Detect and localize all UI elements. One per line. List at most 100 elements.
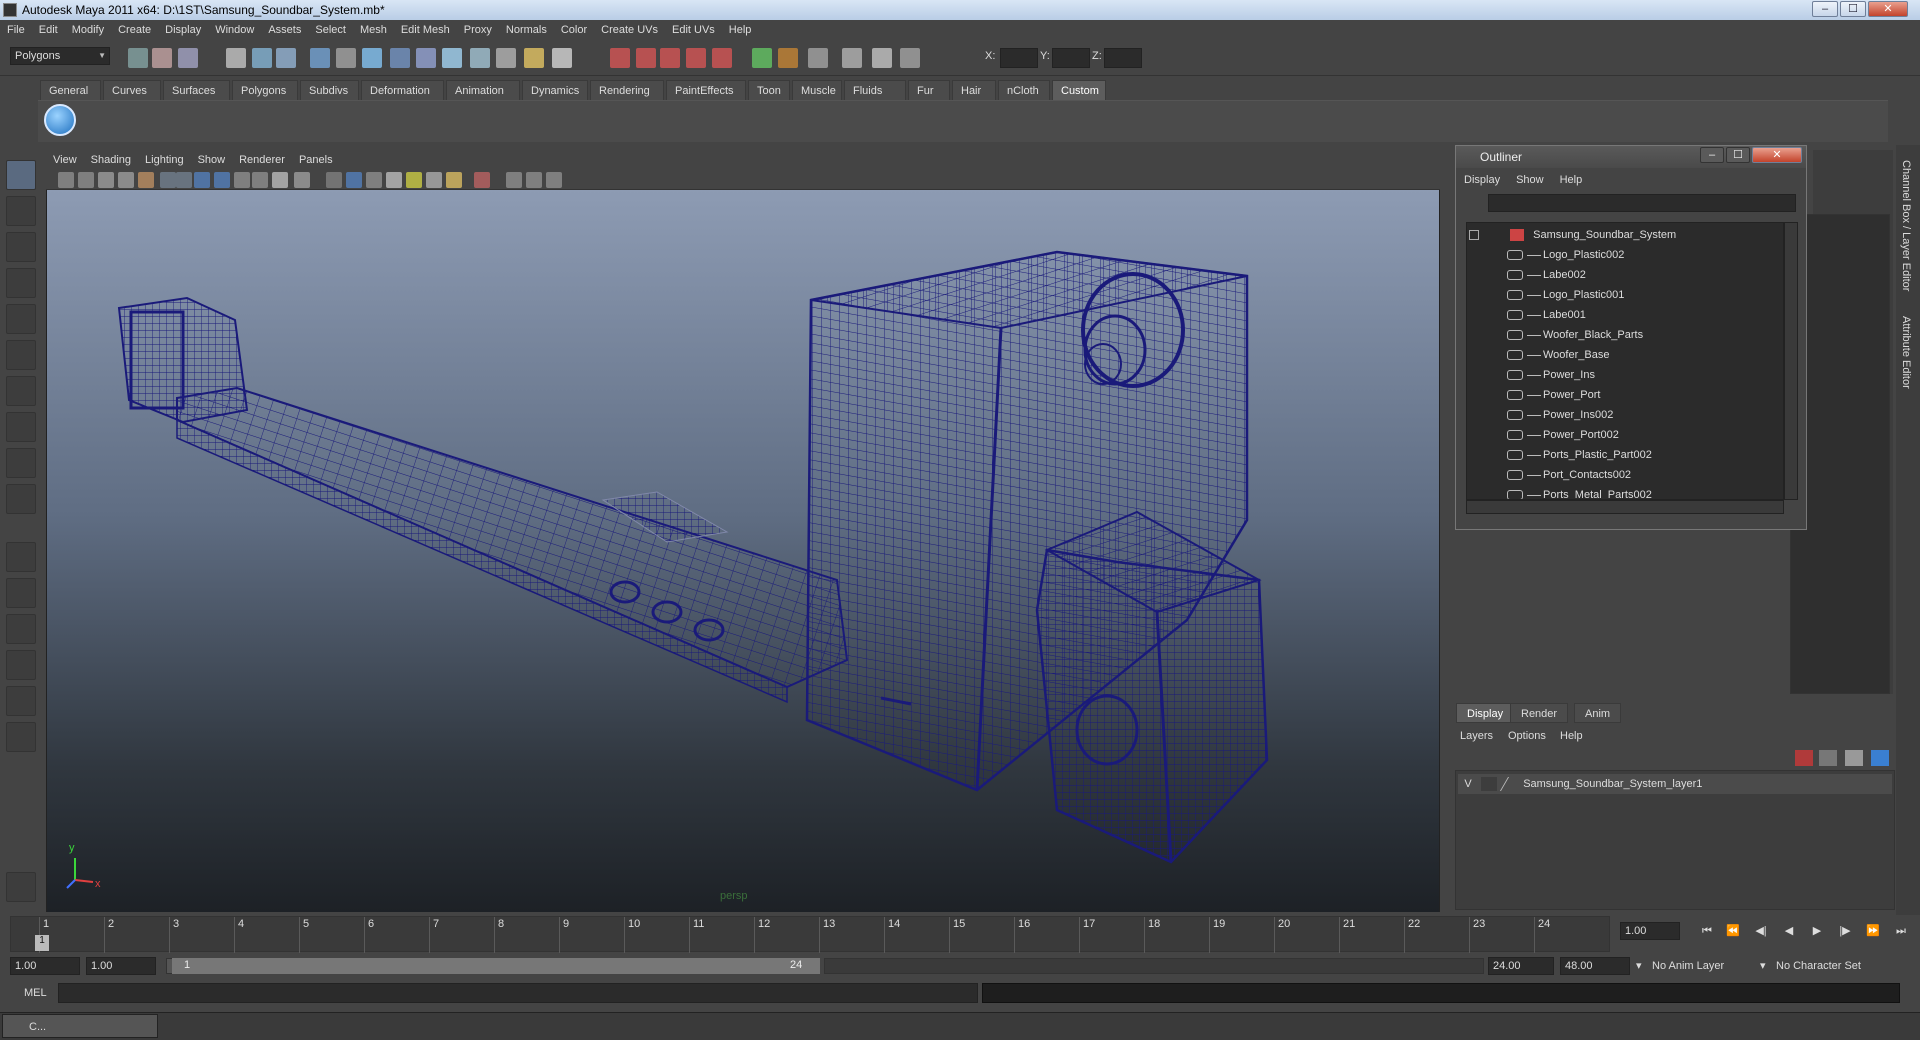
single-perspective-layout-icon[interactable] (6, 542, 36, 572)
outliner-vscrollbar[interactable] (1784, 222, 1798, 500)
status-line-tool-19-icon[interactable] (660, 48, 680, 68)
outliner-item[interactable]: Woofer_Black_Parts (1507, 325, 1643, 345)
outliner-minimize-button[interactable]: ‒ (1700, 147, 1724, 163)
z-field[interactable] (1104, 48, 1142, 68)
move-down-layer-icon[interactable] (1871, 750, 1889, 766)
paint-select-tool-icon[interactable] (6, 232, 36, 262)
outliner-menu-help[interactable]: Help (1552, 170, 1591, 190)
viewport-menu-renderer[interactable]: Renderer (232, 150, 292, 170)
animation-end-field[interactable]: 48.00 (1560, 957, 1630, 975)
viewport-tool-24-icon[interactable] (546, 172, 562, 188)
viewport-tool-5-icon[interactable] (138, 172, 154, 188)
playhead[interactable]: 1 (35, 935, 49, 951)
menu-proxy[interactable]: Proxy (457, 20, 499, 40)
outliner-menu-show[interactable]: Show (1508, 170, 1552, 190)
quick-layout-icon[interactable] (6, 872, 36, 902)
status-line-tool-27-icon[interactable] (900, 48, 920, 68)
last-tool-icon[interactable] (6, 484, 36, 514)
move-tool-icon[interactable] (6, 268, 36, 298)
outliner-maximize-button[interactable]: ☐ (1726, 147, 1750, 163)
viewport-menu-lighting[interactable]: Lighting (138, 150, 191, 170)
shelf-tab-general[interactable]: General (40, 80, 101, 100)
status-line-tool-11-icon[interactable] (416, 48, 436, 68)
outliner-item[interactable]: Logo_Plastic001 (1507, 285, 1624, 305)
status-line-tool-9-icon[interactable] (362, 48, 382, 68)
shelf-tab-rendering[interactable]: Rendering (590, 80, 664, 100)
maximize-button[interactable]: ☐ (1840, 1, 1866, 17)
layer-tab-display[interactable]: Display (1456, 703, 1515, 723)
universal-manip-icon[interactable] (6, 376, 36, 406)
viewport-tool-9-icon[interactable] (214, 172, 230, 188)
outliner-item[interactable]: Power_Port (1507, 385, 1600, 405)
status-line-tool-16-icon[interactable] (552, 48, 572, 68)
viewport-tool-2-icon[interactable] (78, 172, 94, 188)
viewport-menu-show[interactable]: Show (191, 150, 233, 170)
lasso-tool-icon[interactable] (6, 196, 36, 226)
status-line-tool-24-icon[interactable] (808, 48, 828, 68)
viewport-tool-15-icon[interactable] (346, 172, 362, 188)
mel-command-input[interactable] (58, 983, 978, 1003)
outliner-item[interactable]: Ports_Metal_Parts002 (1507, 485, 1652, 499)
go-to-start-icon[interactable]: ⏮ (1698, 922, 1716, 940)
x-field[interactable] (1000, 48, 1038, 68)
outliner-item[interactable]: Power_Port002 (1507, 425, 1619, 445)
layer-color-swatch-icon[interactable] (1500, 777, 1521, 792)
menu-help[interactable]: Help (722, 20, 759, 40)
viewport-tool-14-icon[interactable] (326, 172, 342, 188)
outliner-item[interactable]: Ports_Plastic_Part002 (1507, 445, 1652, 465)
viewport-menu-shading[interactable]: Shading (84, 150, 138, 170)
perspective-viewport-canvas[interactable]: y x (47, 190, 1439, 912)
layer-menu-options[interactable]: Options (1508, 726, 1546, 746)
layer-visibility-toggle[interactable]: V (1458, 774, 1478, 794)
viewport-tool-17-icon[interactable] (386, 172, 402, 188)
current-frame-field[interactable]: 1.00 (1620, 922, 1680, 940)
shelf-tab-subdivs[interactable]: Subdivs (300, 80, 359, 100)
viewport-tool-12-icon[interactable] (272, 172, 288, 188)
status-line-tool-13-icon[interactable] (470, 48, 490, 68)
playback-start-field[interactable]: 1.00 (86, 957, 156, 975)
shelf-tab-curves[interactable]: Curves (103, 80, 161, 100)
status-line-tool-5-icon[interactable] (252, 48, 272, 68)
outliner-item[interactable]: Logo_Plastic002 (1507, 245, 1624, 265)
menu-select[interactable]: Select (308, 20, 353, 40)
viewport-tool-22-icon[interactable] (506, 172, 522, 188)
show-manip-icon[interactable] (6, 448, 36, 478)
outliner-item[interactable]: Labe001 (1507, 305, 1586, 325)
menu-edit[interactable]: Edit (32, 20, 65, 40)
viewport-tool-21-icon[interactable] (474, 172, 490, 188)
viewport-menu-view[interactable]: View (46, 150, 84, 170)
persp-graph-layout-icon[interactable] (6, 650, 36, 680)
playback-end-field[interactable]: 24.00 (1488, 957, 1554, 975)
shelf-tab-muscle[interactable]: Muscle (792, 80, 842, 100)
minimized-window-item[interactable]: C... (2, 1014, 158, 1038)
outliner-close-button[interactable]: ✕ (1752, 147, 1802, 163)
status-line-tool-15-icon[interactable] (524, 48, 544, 68)
shelf-tab-dynamics[interactable]: Dynamics (522, 80, 588, 100)
shelf-tab-custom[interactable]: Custom (1052, 80, 1106, 100)
viewport-tool-16-icon[interactable] (366, 172, 382, 188)
shelf-tab-fluids[interactable]: Fluids (844, 80, 906, 100)
status-line-tool-6-icon[interactable] (276, 48, 296, 68)
mel-label[interactable]: MEL (24, 987, 47, 999)
viewport-tool-10-icon[interactable] (234, 172, 250, 188)
status-line-tool-3-icon[interactable] (178, 48, 198, 68)
range-slider-track[interactable] (824, 958, 1484, 974)
close-button[interactable]: ✕ (1868, 1, 1908, 17)
status-line-tool-23-icon[interactable] (778, 48, 798, 68)
status-line-tool-22-icon[interactable] (752, 48, 772, 68)
menu-edit-uvs[interactable]: Edit UVs (665, 20, 722, 40)
shelf-tab-toon[interactable]: Toon (748, 80, 790, 100)
status-line-tool-17-icon[interactable] (610, 48, 630, 68)
menu-create-uvs[interactable]: Create UVs (594, 20, 665, 40)
outliner-menu-display[interactable]: Display (1456, 170, 1508, 190)
layer-menu-layers[interactable]: Layers (1460, 726, 1493, 746)
viewport-tool-4-icon[interactable] (118, 172, 134, 188)
y-field[interactable] (1052, 48, 1090, 68)
anim-layer-selector[interactable]: No Anim Layer (1652, 957, 1724, 975)
minimize-button[interactable]: ‒ (1812, 1, 1838, 17)
viewport-tool-1-icon[interactable] (58, 172, 74, 188)
attribute-editor-tab[interactable]: Attribute Editor (1900, 316, 1912, 389)
layer-tab-render[interactable]: Render (1510, 703, 1569, 723)
channel-box-tab[interactable]: Channel Box / Layer Editor (1900, 160, 1912, 291)
outliner-item[interactable]: Power_Ins (1507, 365, 1595, 385)
